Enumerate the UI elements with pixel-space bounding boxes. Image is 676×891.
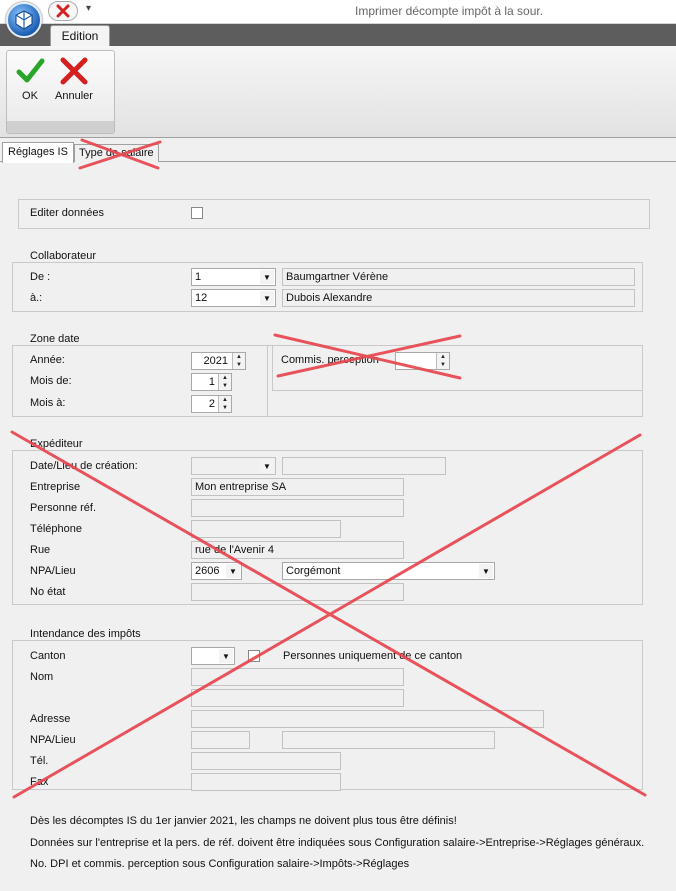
name-field-1[interactable] xyxy=(191,668,404,686)
to-select[interactable]: 12 ▼ xyxy=(191,289,276,307)
date-picker[interactable]: ▼ xyxy=(191,457,276,475)
spinner-arrows-icon[interactable]: ▲ ▼ xyxy=(218,374,231,390)
chevron-down-icon: ▼ xyxy=(219,649,233,663)
street-label: Rue xyxy=(30,544,51,556)
year-label: Année: xyxy=(30,354,65,366)
month-to-spinner[interactable]: 2 ▲ ▼ xyxy=(191,395,232,413)
phone-field[interactable] xyxy=(191,520,341,538)
zip-label: NPA/Lieu xyxy=(30,565,76,577)
note-2: Données sur l'entreprise et la pers. de … xyxy=(30,837,645,849)
cancel-label: Annuler xyxy=(55,90,93,102)
spinner-arrows-icon[interactable]: ▲ ▼ xyxy=(232,353,245,369)
qat-cancel-button[interactable] xyxy=(48,1,78,21)
window-title: Imprimer décompte impôt à la sour. xyxy=(355,4,544,18)
fax-label: Fax xyxy=(30,776,49,788)
company-value: Mon entreprise SA xyxy=(195,481,287,493)
canton-select[interactable]: ▼ xyxy=(191,647,235,665)
month-from-spinner[interactable]: 1 ▲ ▼ xyxy=(191,373,232,391)
qat-customize-icon[interactable]: ▾ xyxy=(86,3,91,14)
month-from-value: 1 xyxy=(208,376,215,388)
canton-label: Canton xyxy=(30,650,66,662)
chevron-down-icon: ▼ xyxy=(260,459,274,473)
month-to-label: Mois à: xyxy=(30,397,66,409)
tel-label: Tél. xyxy=(30,755,49,767)
tel-field[interactable] xyxy=(191,752,341,770)
phone-label: Téléphone xyxy=(30,523,82,535)
from-label: De : xyxy=(30,271,51,283)
spinner-arrows-icon[interactable]: ▲ ▼ xyxy=(218,396,231,412)
chevron-down-icon: ▼ xyxy=(226,564,240,578)
commission-label: Commis. perception xyxy=(281,354,379,366)
state-no-label: No état xyxy=(30,586,66,598)
chevron-down-icon: ▼ xyxy=(260,270,274,284)
to-value: 12 xyxy=(195,292,208,304)
address-field[interactable] xyxy=(191,710,544,728)
zone-date-title: Zone date xyxy=(30,333,84,345)
intendance-title: Intendance des impôts xyxy=(30,628,145,640)
cancel-x-icon xyxy=(60,57,88,85)
from-select[interactable]: 1 ▼ xyxy=(191,268,276,286)
zip-select[interactable]: 2606 ▼ xyxy=(191,562,242,580)
to-label: à.: xyxy=(30,292,43,304)
zip-value: 2606 xyxy=(195,565,220,577)
tab-type-de-salaire[interactable]: Type de salaire xyxy=(74,144,159,162)
month-to-value: 2 xyxy=(208,398,215,410)
ribbon-group-footer xyxy=(7,121,114,133)
intendance-city-field[interactable] xyxy=(282,731,495,749)
ok-label: OK xyxy=(22,90,38,102)
expediteur-title: Expéditeur xyxy=(30,438,87,450)
collaborateur-title: Collaborateur xyxy=(30,250,101,262)
street-value: rue de l'Avenir 4 xyxy=(195,544,274,556)
intendance-zip-field[interactable] xyxy=(191,731,250,749)
year-value: 2021 xyxy=(203,355,228,367)
cancel-button[interactable]: Annuler xyxy=(50,56,98,102)
year-spinner[interactable]: 2021 ▲ ▼ xyxy=(191,352,246,370)
fax-field[interactable] xyxy=(191,773,341,791)
app-menu-button[interactable] xyxy=(6,2,42,38)
spinner-arrows-icon[interactable]: ▲ ▼ xyxy=(436,353,449,369)
from-name-field: Baumgartner Vérène xyxy=(282,268,635,286)
street-field[interactable]: rue de l'Avenir 4 xyxy=(191,541,404,559)
note-1: Dès les décomptes IS du 1er janvier 2021… xyxy=(30,815,457,827)
commission-spinner[interactable]: ▲ ▼ xyxy=(395,352,450,370)
contact-label: Personne réf. xyxy=(30,502,97,514)
canton-only-label: Personnes uniquement de ce canton xyxy=(283,650,463,662)
name-field-2[interactable] xyxy=(191,689,404,707)
edit-data-checkbox[interactable] xyxy=(191,207,203,219)
to-name-field: Dubois Alexandre xyxy=(282,289,635,307)
company-field[interactable]: Mon entreprise SA xyxy=(191,478,404,496)
state-no-field[interactable] xyxy=(191,583,404,601)
place-field[interactable] xyxy=(282,457,446,475)
city-select[interactable]: Corgémont ▼ xyxy=(282,562,495,580)
title-bar xyxy=(0,0,676,24)
commission-frame xyxy=(272,345,642,391)
ok-button[interactable]: OK xyxy=(12,56,48,102)
edit-data-label: Editer données xyxy=(30,207,104,219)
ribbon-tab-edition[interactable]: Edition xyxy=(50,25,110,46)
date-place-label: Date/Lieu de création: xyxy=(30,460,138,472)
address-label: Adresse xyxy=(30,713,71,725)
intendance-zip-label: NPA/Lieu xyxy=(30,734,76,746)
name-label: Nom xyxy=(30,671,54,683)
from-value: 1 xyxy=(195,271,202,283)
edit-data-frame xyxy=(18,199,650,229)
to-name: Dubois Alexandre xyxy=(286,292,373,304)
chevron-down-icon: ▼ xyxy=(479,564,493,578)
canton-only-checkbox[interactable] xyxy=(248,650,260,662)
app-logo-icon xyxy=(15,10,33,30)
company-label: Entreprise xyxy=(30,481,81,493)
city-value: Corgémont xyxy=(286,565,341,577)
zone-date-divider xyxy=(267,345,268,417)
contact-field[interactable] xyxy=(191,499,404,517)
tab-reglages-is[interactable]: Réglages IS xyxy=(2,142,74,163)
month-from-label: Mois de: xyxy=(30,375,72,387)
chevron-down-icon: ▼ xyxy=(260,291,274,305)
from-name: Baumgartner Vérène xyxy=(286,271,389,283)
checkmark-icon xyxy=(16,58,45,83)
close-icon xyxy=(56,4,70,18)
note-3: No. DPI et commis. perception sous Confi… xyxy=(30,858,410,870)
